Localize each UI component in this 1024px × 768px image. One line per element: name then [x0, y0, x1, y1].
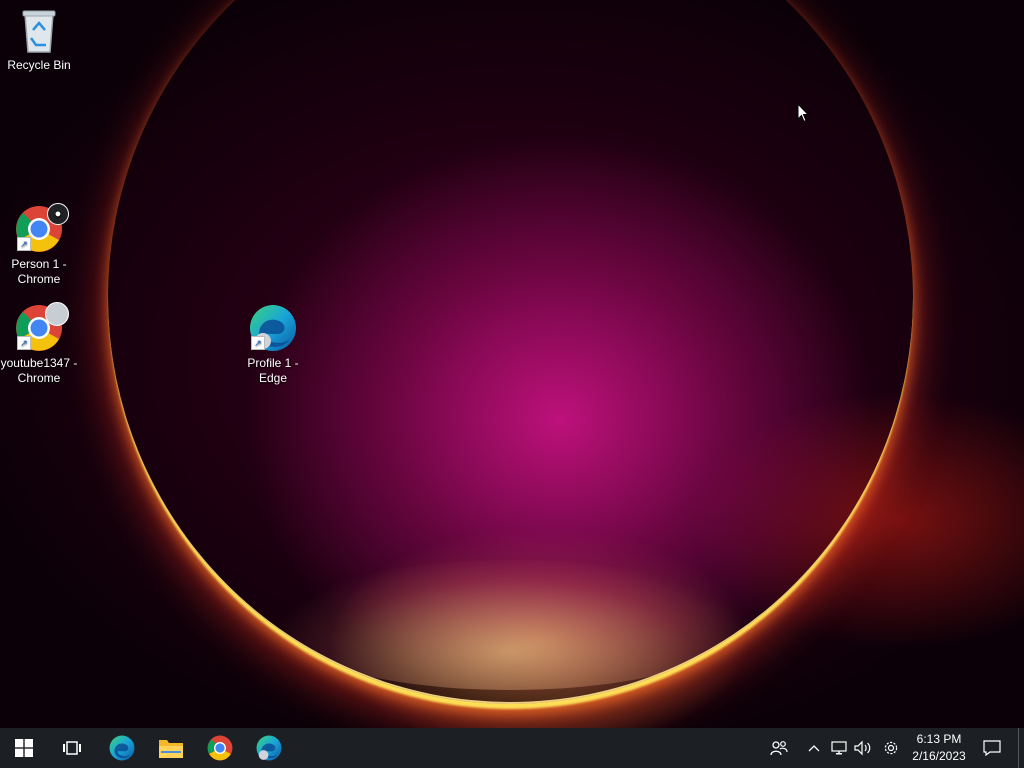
start-button[interactable]: [0, 728, 48, 768]
taskbar-chrome-button[interactable]: [196, 728, 244, 768]
shortcut-arrow-icon: ↗: [17, 336, 31, 350]
clock-date: 2/16/2023: [912, 749, 966, 763]
windows-start-icon: [15, 739, 33, 757]
people-button[interactable]: [766, 728, 792, 768]
taskbar-edge-button[interactable]: [98, 728, 146, 768]
clock-time: 6:13 PM: [916, 732, 962, 746]
desktop-icon-profile1-edge[interactable]: ↗ Profile 1 - Edge: [234, 304, 312, 386]
desktop-icon-recycle-bin[interactable]: Recycle Bin: [0, 8, 78, 73]
shortcut-arrow-icon: ↗: [17, 237, 31, 251]
show-desktop-button[interactable]: [1018, 728, 1024, 768]
settings-icon: [884, 741, 898, 755]
wallpaper-glow: [280, 560, 740, 690]
chevron-up-icon: [808, 745, 820, 752]
desktop-icon-label: youtube1347 - Chrome: [0, 356, 78, 385]
chrome-icon: [207, 735, 233, 761]
taskbar-file-explorer-button[interactable]: [147, 728, 195, 768]
settings-button[interactable]: [879, 728, 903, 768]
recycle-bin-icon: [19, 8, 59, 54]
profile-avatar-icon: [45, 302, 69, 326]
task-view-icon: [63, 741, 81, 755]
profile-badge-icon: ●: [47, 203, 69, 225]
folder-icon: [159, 740, 183, 758]
task-view-button[interactable]: [48, 728, 96, 768]
desktop-icon-youtube1347-chrome[interactable]: ↗ youtube1347 - Chrome: [0, 302, 78, 386]
desktop-icon-label: Profile 1 - Edge: [247, 356, 299, 385]
network-icon: [831, 741, 847, 755]
taskbar-clock[interactable]: 6:13 PM 2/16/2023: [905, 731, 973, 765]
edge-icon: [109, 735, 135, 761]
taskbar: 6:13 PM 2/16/2023: [0, 728, 1024, 768]
edge-icon: [256, 735, 282, 761]
chrome-icon: ● ↗: [15, 203, 69, 253]
desktop-icon-person1-chrome[interactable]: ● ↗ Person 1 - Chrome: [0, 203, 78, 287]
notification-icon: [983, 740, 1001, 756]
edge-icon: ↗: [249, 304, 297, 352]
people-icon: [770, 741, 788, 756]
action-center-button[interactable]: [978, 728, 1006, 768]
desktop-icon-label: Recycle Bin: [7, 58, 71, 72]
shortcut-arrow-icon: ↗: [251, 336, 265, 350]
taskbar-edge-profile-button[interactable]: [245, 728, 293, 768]
mouse-cursor-icon: [797, 102, 810, 128]
volume-icon: [854, 740, 871, 756]
chrome-icon: ↗: [15, 302, 69, 352]
volume-button[interactable]: [852, 728, 874, 768]
show-hidden-icons-button[interactable]: [804, 728, 824, 768]
desktop-icon-label: Person 1 - Chrome: [11, 257, 67, 286]
network-button[interactable]: [828, 728, 850, 768]
desktop-wallpaper: [0, 0, 1024, 728]
